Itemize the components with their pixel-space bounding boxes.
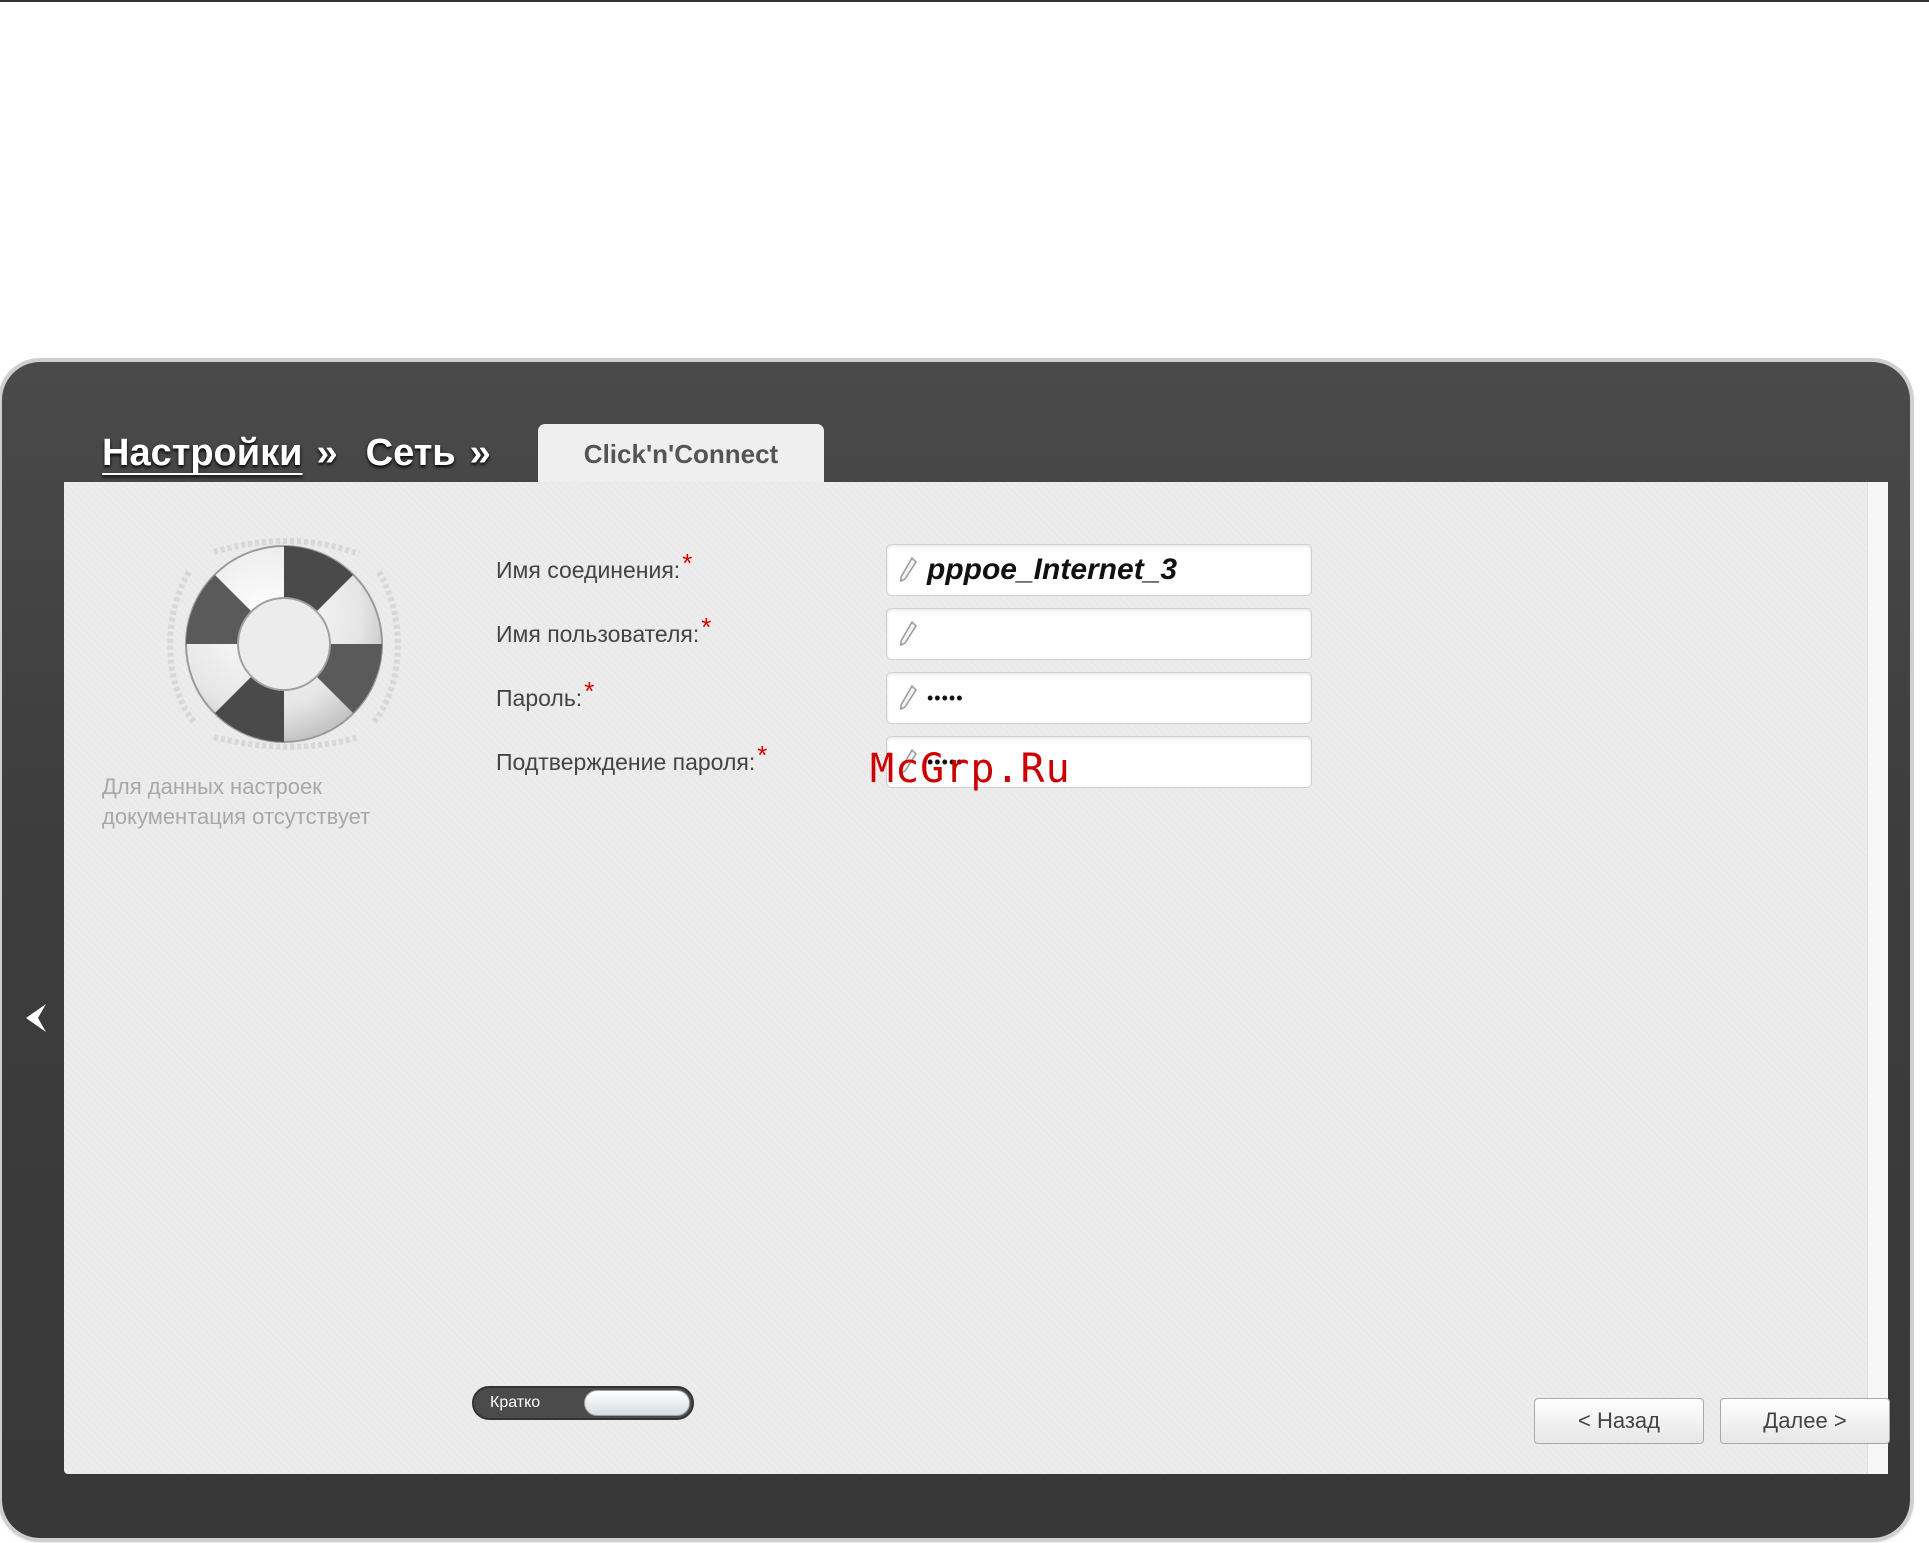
username-label-text: Имя пользователя: bbox=[496, 621, 700, 647]
username-input[interactable] bbox=[886, 608, 1312, 660]
breadcrumb-network[interactable]: Сеть bbox=[366, 432, 456, 475]
view-mode-label: Кратко bbox=[490, 1394, 541, 1411]
required-mark: * bbox=[682, 548, 693, 578]
pencil-icon bbox=[900, 556, 917, 583]
next-button[interactable]: Далее > bbox=[1720, 1398, 1890, 1444]
connection-name-label-text: Имя соединения: bbox=[496, 557, 681, 583]
scroll-strip bbox=[1867, 482, 1888, 1474]
tab-clickn-connect[interactable]: Click'n'Connect bbox=[538, 424, 824, 484]
connection-name-input[interactable]: pppoe_Internet_3 bbox=[886, 544, 1312, 596]
breadcrumb-settings-link[interactable]: Настройки bbox=[102, 432, 302, 475]
pencil-icon bbox=[900, 684, 917, 711]
top-rule bbox=[0, 0, 1929, 2]
breadcrumb-separator: » bbox=[469, 431, 491, 474]
breadcrumb: Настройки » Сеть » bbox=[102, 425, 519, 481]
help-text: Для данных настроек документация отсутст… bbox=[102, 774, 371, 829]
password-label-text: Пароль: bbox=[496, 685, 583, 711]
collapse-arrow-icon[interactable] bbox=[20, 1000, 50, 1036]
required-mark: * bbox=[584, 676, 595, 706]
view-mode-toggle[interactable]: Кратко bbox=[472, 1386, 694, 1420]
lifebuoy-icon bbox=[167, 538, 401, 750]
pencil-icon bbox=[900, 620, 917, 647]
required-mark: * bbox=[701, 612, 712, 642]
password-confirm-label: Подтверждение пароля:* bbox=[496, 740, 767, 776]
password-value: ••••• bbox=[927, 688, 964, 708]
connection-name-label: Имя соединения:* bbox=[496, 548, 692, 584]
password-input[interactable]: ••••• bbox=[886, 672, 1312, 724]
password-label: Пароль:* bbox=[496, 676, 594, 712]
username-label: Имя пользователя:* bbox=[496, 612, 711, 648]
required-mark: * bbox=[757, 740, 768, 770]
connection-name-value: pppoe_Internet_3 bbox=[927, 553, 1178, 586]
content-panel: Для данных настроек документация отсутст… bbox=[64, 482, 1890, 1474]
watermark: McGrp.Ru bbox=[870, 746, 1071, 792]
breadcrumb-separator: » bbox=[316, 431, 338, 474]
back-button[interactable]: < Назад bbox=[1534, 1398, 1704, 1444]
toggle-knob[interactable] bbox=[584, 1390, 690, 1416]
password-confirm-label-text: Подтверждение пароля: bbox=[496, 749, 756, 775]
